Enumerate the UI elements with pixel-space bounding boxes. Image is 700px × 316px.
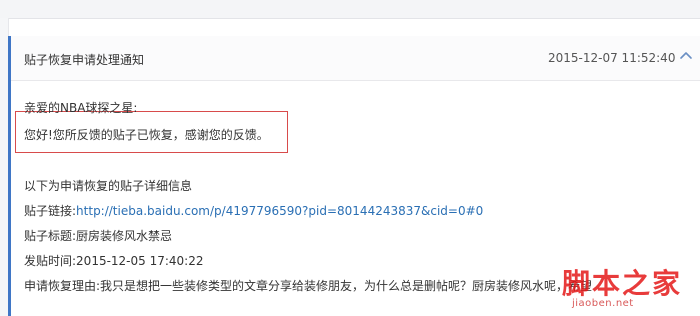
reason-text: 我只是想把一些装修类型的文章分享给装修朋友，为什么总是删帖呢？厨房装修风水呢，希… [100, 279, 593, 293]
post-link-row: 贴子链接:http://tieba.baidu.com/p/4197796590… [24, 202, 483, 219]
restored-message: 您好!您所反馈的贴子已恢复，感谢您的反馈。 [24, 128, 269, 142]
chevron-up-icon[interactable] [677, 47, 695, 65]
post-time-value: 2015-12-05 17:40:22 [76, 254, 204, 268]
reason-row: 申请恢复理由:我只是想把一些装修类型的文章分享给装修朋友，为什么总是删帖呢？厨房… [24, 277, 592, 294]
post-title-row: 贴子标题:厨房装修风水禁忌 [24, 227, 172, 244]
notification-title: 贴子恢复申请处理通知 [24, 53, 145, 67]
post-time-row: 发贴时间:2015-12-05 17:40:22 [24, 252, 204, 269]
greeting-text: 亲爱的NBA球探之星: [24, 101, 138, 115]
post-title-label: 贴子标题: [24, 229, 77, 243]
post-time-label: 发贴时间: [24, 254, 77, 268]
top-toolbar-band [0, 0, 700, 19]
post-link[interactable]: http://tieba.baidu.com/p/4197796590?pid=… [76, 204, 483, 218]
notification-header[interactable]: 贴子恢复申请处理通知 2015-12-07 11:52:40 [11, 36, 700, 81]
details-intro: 以下为申请恢复的贴子详细信息 [24, 179, 193, 193]
post-title-value: 厨房装修风水禁忌 [76, 229, 173, 243]
notification-panel: 贴子恢复申请处理通知 2015-12-07 11:52:40 亲爱的NBA球探之… [11, 36, 700, 316]
notification-timestamp: 2015-12-07 11:52:40 [548, 51, 676, 65]
reason-label: 申请恢复理由: [24, 279, 101, 293]
post-link-label: 贴子链接: [24, 204, 77, 218]
